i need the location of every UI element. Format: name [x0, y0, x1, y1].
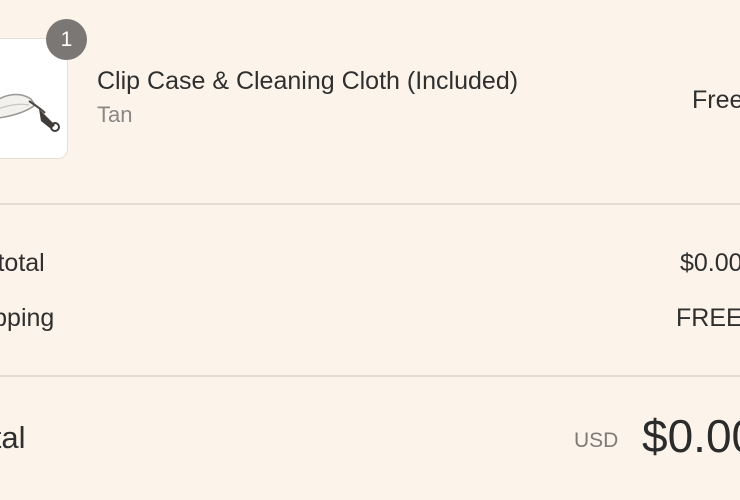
- divider: [0, 203, 740, 205]
- product-variant: Tan: [97, 102, 133, 127]
- quantity-badge: 1: [46, 19, 87, 60]
- product-name: Clip Case & Cleaning Cloth (Included): [97, 67, 519, 95]
- total-amount: $0.00: [642, 410, 740, 462]
- subtotal-value: $0.00: [680, 249, 740, 277]
- shipping-label: Shipping: [0, 304, 55, 332]
- divider: [0, 375, 740, 377]
- currency-code: USD: [574, 429, 619, 452]
- product-price: Free: [692, 86, 740, 114]
- order-summary: 1 Clip Case & Cleaning Cloth (Included) …: [0, 0, 740, 500]
- shipping-value: FREE: [676, 304, 740, 332]
- subtotal-label: Subtotal: [0, 249, 45, 277]
- total-label: Total: [0, 420, 26, 455]
